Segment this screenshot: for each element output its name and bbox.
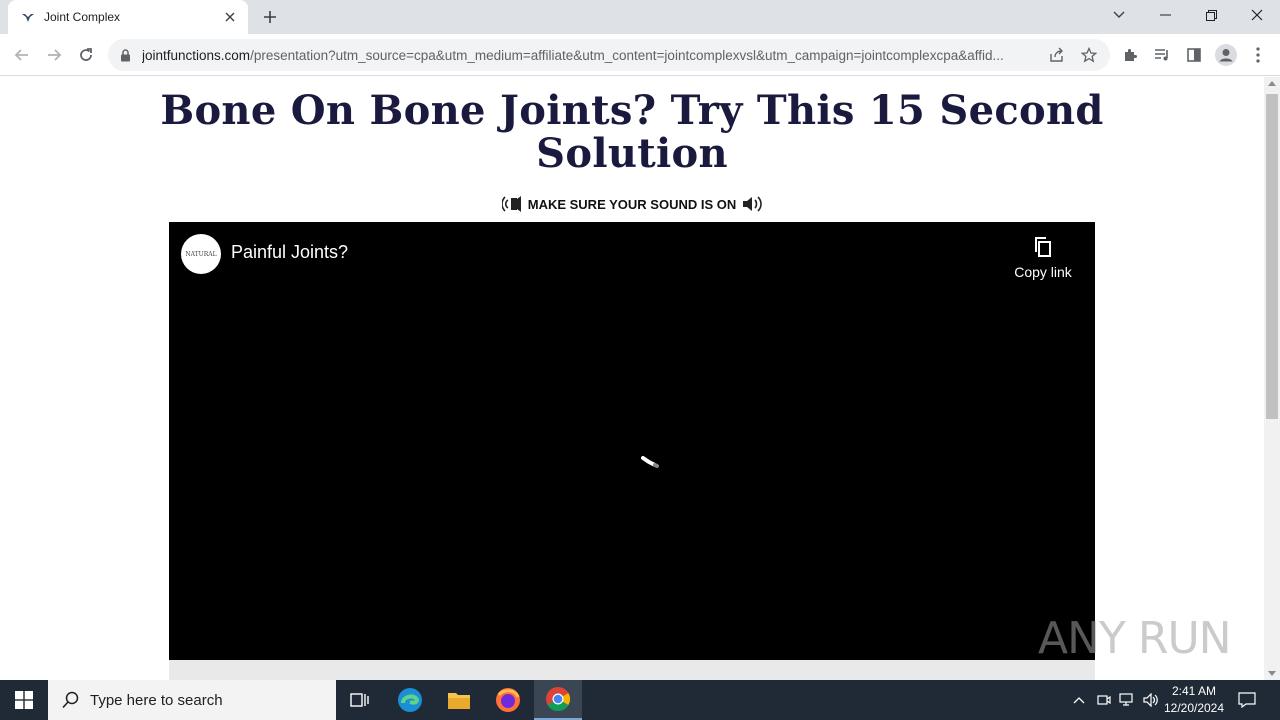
back-button[interactable] <box>6 39 38 71</box>
video-player[interactable]: NATURAL Painful Joints? Copy link <box>169 222 1095 660</box>
task-view-icon[interactable] <box>336 680 384 720</box>
file-explorer-icon[interactable] <box>435 680 483 720</box>
url-path: /presentation?utm_source=cpa&utm_medium=… <box>250 47 1004 63</box>
tab-search-chevron-icon[interactable] <box>1096 0 1142 30</box>
start-button[interactable] <box>0 680 48 720</box>
tab-strip: Joint Complex <box>0 0 1280 34</box>
headline-line-1: Bone On Bone Joints? Try This 15 Second <box>160 87 1104 134</box>
tab-joint-complex[interactable]: Joint Complex <box>8 0 248 34</box>
volume-icon[interactable] <box>1140 680 1162 720</box>
edge-browser-icon[interactable] <box>386 680 434 720</box>
scroll-up-icon[interactable] <box>1268 81 1276 86</box>
scroll-down-icon[interactable] <box>1268 671 1276 676</box>
extensions-icon[interactable] <box>1114 39 1146 71</box>
notifications-icon[interactable] <box>1234 680 1260 720</box>
taskbar-clock[interactable]: 2:41 AM 12/20/2024 <box>1160 683 1228 717</box>
meet-now-icon[interactable] <box>1094 680 1114 720</box>
channel-logo-text: NATURAL <box>185 250 217 258</box>
browser-toolbar: jointfunctions.com/presentation?utm_sour… <box>0 34 1280 76</box>
web-page: Bone On Bone Joints? Try This 15 Second … <box>0 77 1264 680</box>
windows-taskbar: Type here to search 2:41 AM 12/20/2024 <box>0 680 1280 720</box>
share-icon[interactable] <box>1045 43 1069 67</box>
search-placeholder: Type here to search <box>90 691 223 709</box>
sound-notice-text: MAKE SURE YOUR SOUND IS ON <box>527 196 737 212</box>
lock-icon[interactable] <box>120 48 134 62</box>
url-text: jointfunctions.com/presentation?utm_sour… <box>142 48 1042 63</box>
reload-button[interactable] <box>70 39 102 71</box>
search-icon <box>62 691 79 709</box>
side-panel-icon[interactable] <box>1178 39 1210 71</box>
clock-date: 12/20/2024 <box>1163 701 1225 715</box>
anyrun-watermark: ANY RUN <box>1038 613 1232 664</box>
menu-kebab-icon[interactable] <box>1242 39 1274 71</box>
speaker-right-icon <box>743 196 763 212</box>
address-bar[interactable]: jointfunctions.com/presentation?utm_sour… <box>108 39 1110 71</box>
channel-logo[interactable]: NATURAL <box>181 234 221 274</box>
copy-link-button[interactable]: Copy link <box>1013 236 1073 280</box>
page-headline: Bone On Bone Joints? Try This 15 Second … <box>0 89 1264 175</box>
profile-avatar-icon[interactable] <box>1210 39 1242 71</box>
taskbar-search-box[interactable]: Type here to search <box>48 680 336 720</box>
tray-overflow-chevron-icon[interactable] <box>1070 680 1088 720</box>
firefox-icon[interactable] <box>484 680 532 720</box>
video-bottom-strip <box>169 660 1095 680</box>
minimize-button[interactable] <box>1142 0 1188 30</box>
speaker-left-icon <box>501 196 521 212</box>
bookmark-star-icon[interactable] <box>1077 43 1101 67</box>
restore-button[interactable] <box>1188 0 1234 30</box>
tab-title: Joint Complex <box>44 10 121 24</box>
site-favicon-icon <box>20 9 36 25</box>
headline-line-2: Solution <box>536 130 728 177</box>
copy-icon <box>1035 237 1051 257</box>
forward-button[interactable] <box>38 39 70 71</box>
windows-logo-icon <box>15 691 33 709</box>
watermark-text: ANY RUN <box>1038 613 1232 664</box>
close-window-button[interactable] <box>1234 0 1280 30</box>
copy-link-label: Copy link <box>1014 264 1072 280</box>
loading-spinner-icon <box>641 456 659 468</box>
sound-notice: MAKE SURE YOUR SOUND IS ON <box>0 195 1264 213</box>
video-title[interactable]: Painful Joints? <box>231 242 348 263</box>
url-domain: jointfunctions.com <box>142 47 251 63</box>
chrome-icon[interactable] <box>534 680 582 720</box>
clock-time: 2:41 AM <box>1171 684 1217 698</box>
scrollbar-thumb[interactable] <box>1266 94 1278 419</box>
new-tab-button[interactable] <box>258 7 282 27</box>
network-icon[interactable] <box>1116 680 1138 720</box>
tab-close-icon[interactable] <box>222 9 238 25</box>
page-scrollbar[interactable] <box>1264 77 1280 680</box>
media-control-icon[interactable] <box>1146 39 1178 71</box>
